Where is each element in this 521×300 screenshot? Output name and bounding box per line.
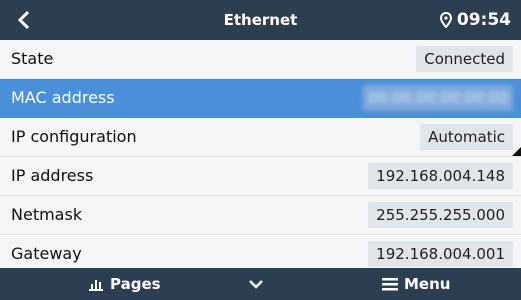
settings-list: State Connected MAC address 00:00:00:00:…: [0, 40, 521, 274]
location-pin-icon: [439, 12, 452, 28]
state-value: Connected: [416, 46, 513, 72]
chevron-down-icon: [249, 280, 263, 289]
row-label: IP address: [11, 166, 94, 185]
row-label: MAC address: [11, 88, 115, 107]
pages-button[interactable]: Pages: [88, 268, 161, 300]
clock: 09:54: [439, 0, 511, 40]
row-label: State: [11, 49, 54, 68]
row-ip-configuration[interactable]: IP configuration Automatic: [0, 118, 521, 157]
bottom-bar: Pages Menu: [0, 268, 521, 300]
gateway-value: 192.168.004.001: [368, 241, 513, 267]
pages-chart-icon: [89, 280, 103, 291]
menu-button[interactable]: Menu: [382, 268, 450, 300]
row-state[interactable]: State Connected: [0, 40, 521, 79]
row-netmask[interactable]: Netmask 255.255.255.000: [0, 196, 521, 235]
row-ip-address[interactable]: IP address 192.168.004.148: [0, 157, 521, 196]
pages-label: Pages: [110, 275, 161, 293]
top-bar: Ethernet 09:54: [0, 0, 521, 40]
mac-address-value: 00:00:00:00:00:00: [363, 85, 513, 111]
scroll-down-button[interactable]: [248, 268, 264, 300]
clock-time: 09:54: [456, 10, 511, 30]
editable-corner-icon: [512, 147, 521, 156]
ip-configuration-value: Automatic: [420, 124, 513, 150]
ip-address-value: 192.168.004.148: [368, 163, 513, 189]
row-mac-address[interactable]: MAC address 00:00:00:00:00:00: [0, 79, 521, 118]
row-label: IP configuration: [11, 127, 137, 146]
row-label: Netmask: [11, 205, 83, 224]
hamburger-menu-icon: [382, 277, 398, 290]
menu-label: Menu: [404, 275, 451, 293]
netmask-value: 255.255.255.000: [368, 202, 513, 228]
